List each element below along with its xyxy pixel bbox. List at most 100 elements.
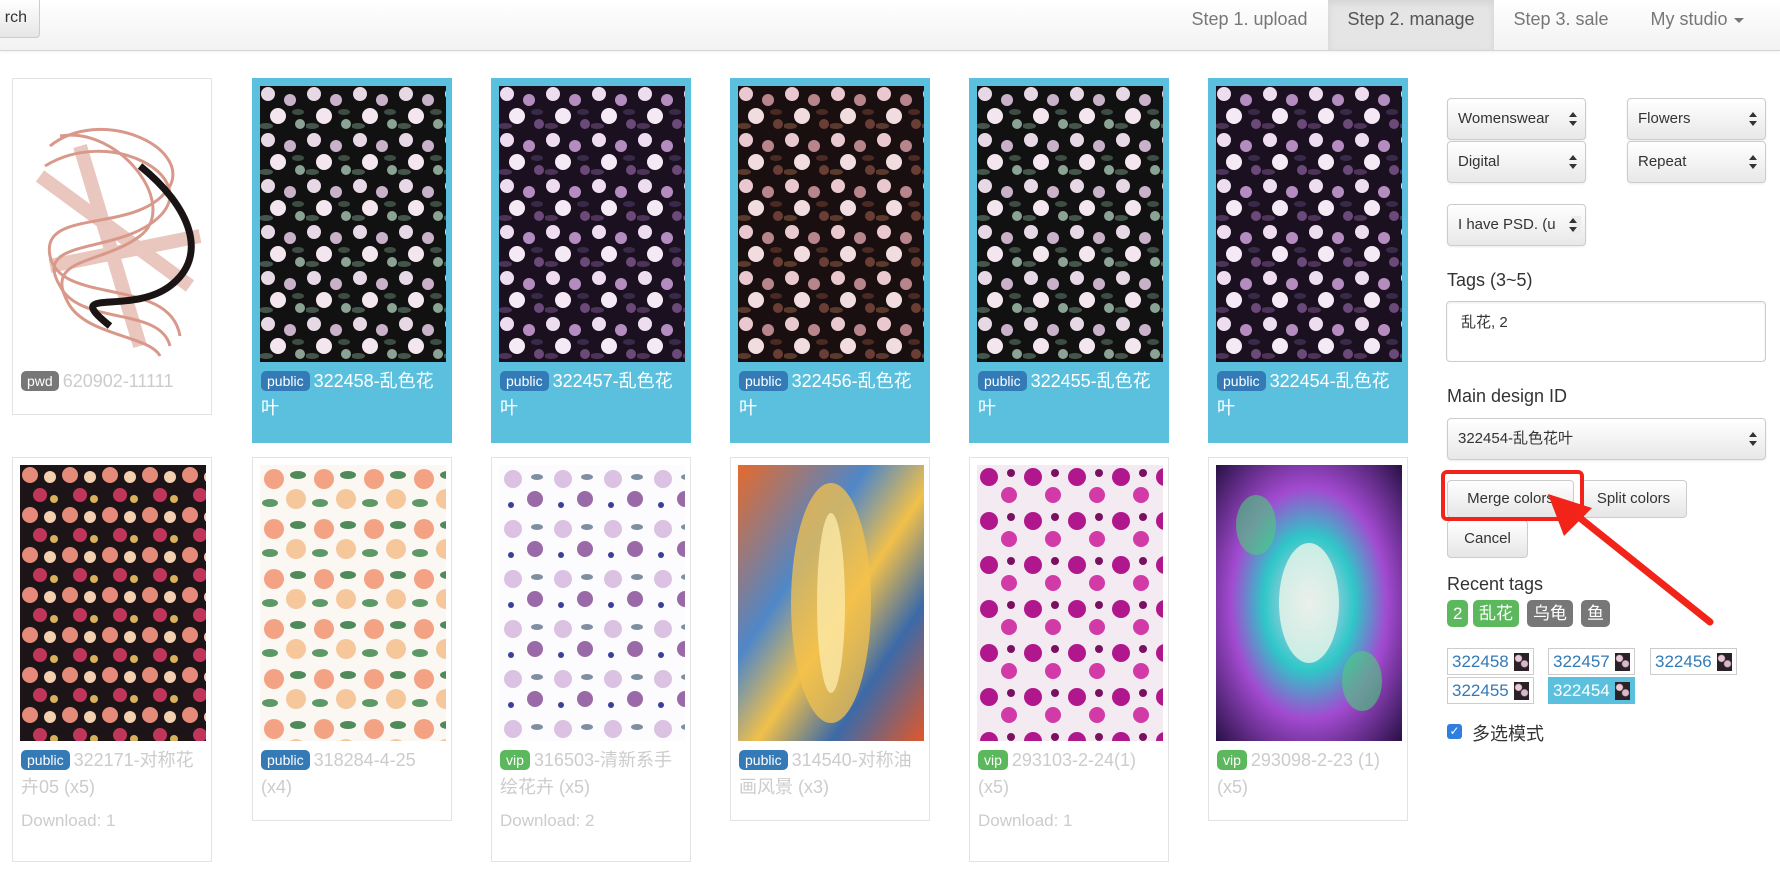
design-thumbnail [738,86,924,362]
cancel-button[interactable]: Cancel [1447,520,1528,558]
nav-step-manage[interactable]: Step 2. manage [1328,0,1494,50]
design-chip[interactable]: 322458 [1447,648,1534,675]
design-card[interactable]: pwd 620902-11111 [12,78,212,415]
top-navbar: rch Step 1. upload Step 2. manage Step 3… [0,0,1780,51]
design-caption: pwd 620902-11111 [20,368,204,395]
nav-my-studio[interactable]: My studio [1628,0,1766,50]
select-arrows-icon [1569,153,1577,171]
design-caption: vip 293103-2-24(1) (x5) [977,747,1161,801]
technique-select[interactable]: Digital [1447,141,1586,183]
design-thumbnail [20,465,206,741]
main-design-select[interactable]: 322454-乱色花叶 [1447,418,1766,460]
design-chip-label: 322455 [1452,681,1509,700]
design-thumbnail [977,86,1163,362]
design-chip[interactable]: 322455 [1447,677,1534,704]
design-caption: public 322456-乱色花叶 [738,368,922,422]
design-caption: vip 293098-2-23 (1) (x5) [1216,747,1400,801]
design-thumbnail [499,86,685,362]
design-chip-thumbnail [1615,653,1630,671]
design-caption: vip 316503-清新系手绘花卉 (x5) [499,747,683,801]
design-caption: public 318284-4-25 (x4) [260,747,444,801]
category-select[interactable]: Womenswear [1447,98,1586,140]
design-card[interactable]: public 322171-对称花卉05 (x5) Download: 1 [12,457,212,862]
tags-label: Tags (3~5) [1447,270,1533,290]
design-chip[interactable]: 322457 [1548,648,1635,675]
design-thumbnail [738,465,924,741]
design-thumbnail [260,465,446,741]
design-caption: public 322171-对称花卉05 (x5) [20,747,204,801]
chevron-down-icon [1733,17,1744,23]
main-design-label: Main design ID [1447,386,1568,406]
select-arrows-icon [1749,430,1757,448]
design-caption: public 314540-对称油画风景 (x3) [738,747,922,801]
recent-tag[interactable]: 乱花 [1473,600,1519,627]
design-card-selected[interactable]: public 322454-乱色花叶 [1208,78,1408,443]
select-arrows-icon [1749,110,1757,128]
design-chip-thumbnail [1514,682,1529,700]
category-select-value: Womenswear [1458,110,1550,127]
design-thumbnail [1216,86,1402,362]
search-button[interactable]: rch [0,0,40,38]
design-card[interactable]: public 318284-4-25 (x4) [252,457,452,821]
status-badge: vip [1217,750,1247,770]
recent-tag[interactable]: 乌龟 [1527,600,1573,627]
design-thumbnail [977,465,1163,741]
design-card[interactable]: public 314540-对称油画风景 (x3) [730,457,930,821]
layout-select-value: Repeat [1638,153,1687,170]
status-badge: public [261,371,310,391]
status-badge: public [739,371,788,391]
design-chip-label: 322457 [1553,652,1610,671]
theme-select-value: Flowers [1638,110,1691,127]
design-caption: public 322458-乱色花叶 [260,368,444,422]
status-badge: public [978,371,1027,391]
layout-select[interactable]: Repeat [1627,141,1766,183]
design-caption: public 322457-乱色花叶 [499,368,683,422]
multi-select-checkbox[interactable]: ✓ [1447,724,1462,739]
theme-select[interactable]: Flowers [1627,98,1766,140]
tags-input[interactable]: 乱花, 2 [1446,301,1766,362]
status-badge: public [739,750,788,770]
select-arrows-icon [1569,110,1577,128]
design-card[interactable]: vip 293098-2-23 (1) (x5) [1208,457,1408,821]
design-card[interactable]: vip 293103-2-24(1) (x5) Download: 1 [969,457,1169,862]
multi-select-label: 多选模式 [1472,724,1544,744]
status-badge: public [1217,371,1266,391]
download-count: Download: 1 [21,811,116,830]
status-badge: pwd [21,371,59,391]
design-caption: public 322454-乱色花叶 [1216,368,1400,422]
design-card-selected[interactable]: public 322455-乱色花叶 [969,78,1169,443]
technique-select-value: Digital [1458,153,1500,170]
design-caption: public 322455-乱色花叶 [977,368,1161,422]
psd-select-value: I have PSD. (u [1458,216,1556,233]
select-arrows-icon [1749,153,1757,171]
download-count: Download: 2 [500,811,595,830]
download-count: Download: 1 [978,811,1073,830]
design-chip-thumbnail [1615,682,1630,700]
status-badge: public [261,750,310,770]
status-badge: public [21,750,70,770]
design-card-selected[interactable]: public 322458-乱色花叶 [252,78,452,443]
recent-tag[interactable]: 鱼 [1581,600,1610,627]
nav-step-upload[interactable]: Step 1. upload [1171,0,1328,50]
design-chip-label: 322454 [1553,681,1610,700]
design-chip-thumbnail [1717,653,1732,671]
design-chip-selected[interactable]: 322454 [1548,677,1635,704]
design-chip[interactable]: 322456 [1650,648,1737,675]
nav-step-sale[interactable]: Step 3. sale [1494,0,1628,50]
design-card-selected[interactable]: public 322457-乱色花叶 [491,78,691,443]
design-chip-label: 322456 [1655,652,1712,671]
psd-select[interactable]: I have PSD. (u [1447,204,1586,246]
status-badge: public [500,371,549,391]
nav-my-studio-label: My studio [1650,9,1728,29]
recent-tags-label: Recent tags [1447,574,1544,594]
design-thumbnail [260,86,446,362]
recent-tag[interactable]: 2 [1447,600,1469,627]
design-thumbnail [1216,465,1402,741]
design-card-selected[interactable]: public 322456-乱色花叶 [730,78,930,443]
select-arrows-icon [1569,216,1581,234]
design-thumbnail [20,86,206,362]
design-card[interactable]: vip 316503-清新系手绘花卉 (x5) Download: 2 [491,457,691,862]
design-chip-label: 322458 [1452,652,1509,671]
design-thumbnail [499,465,685,741]
status-badge: vip [500,750,530,770]
